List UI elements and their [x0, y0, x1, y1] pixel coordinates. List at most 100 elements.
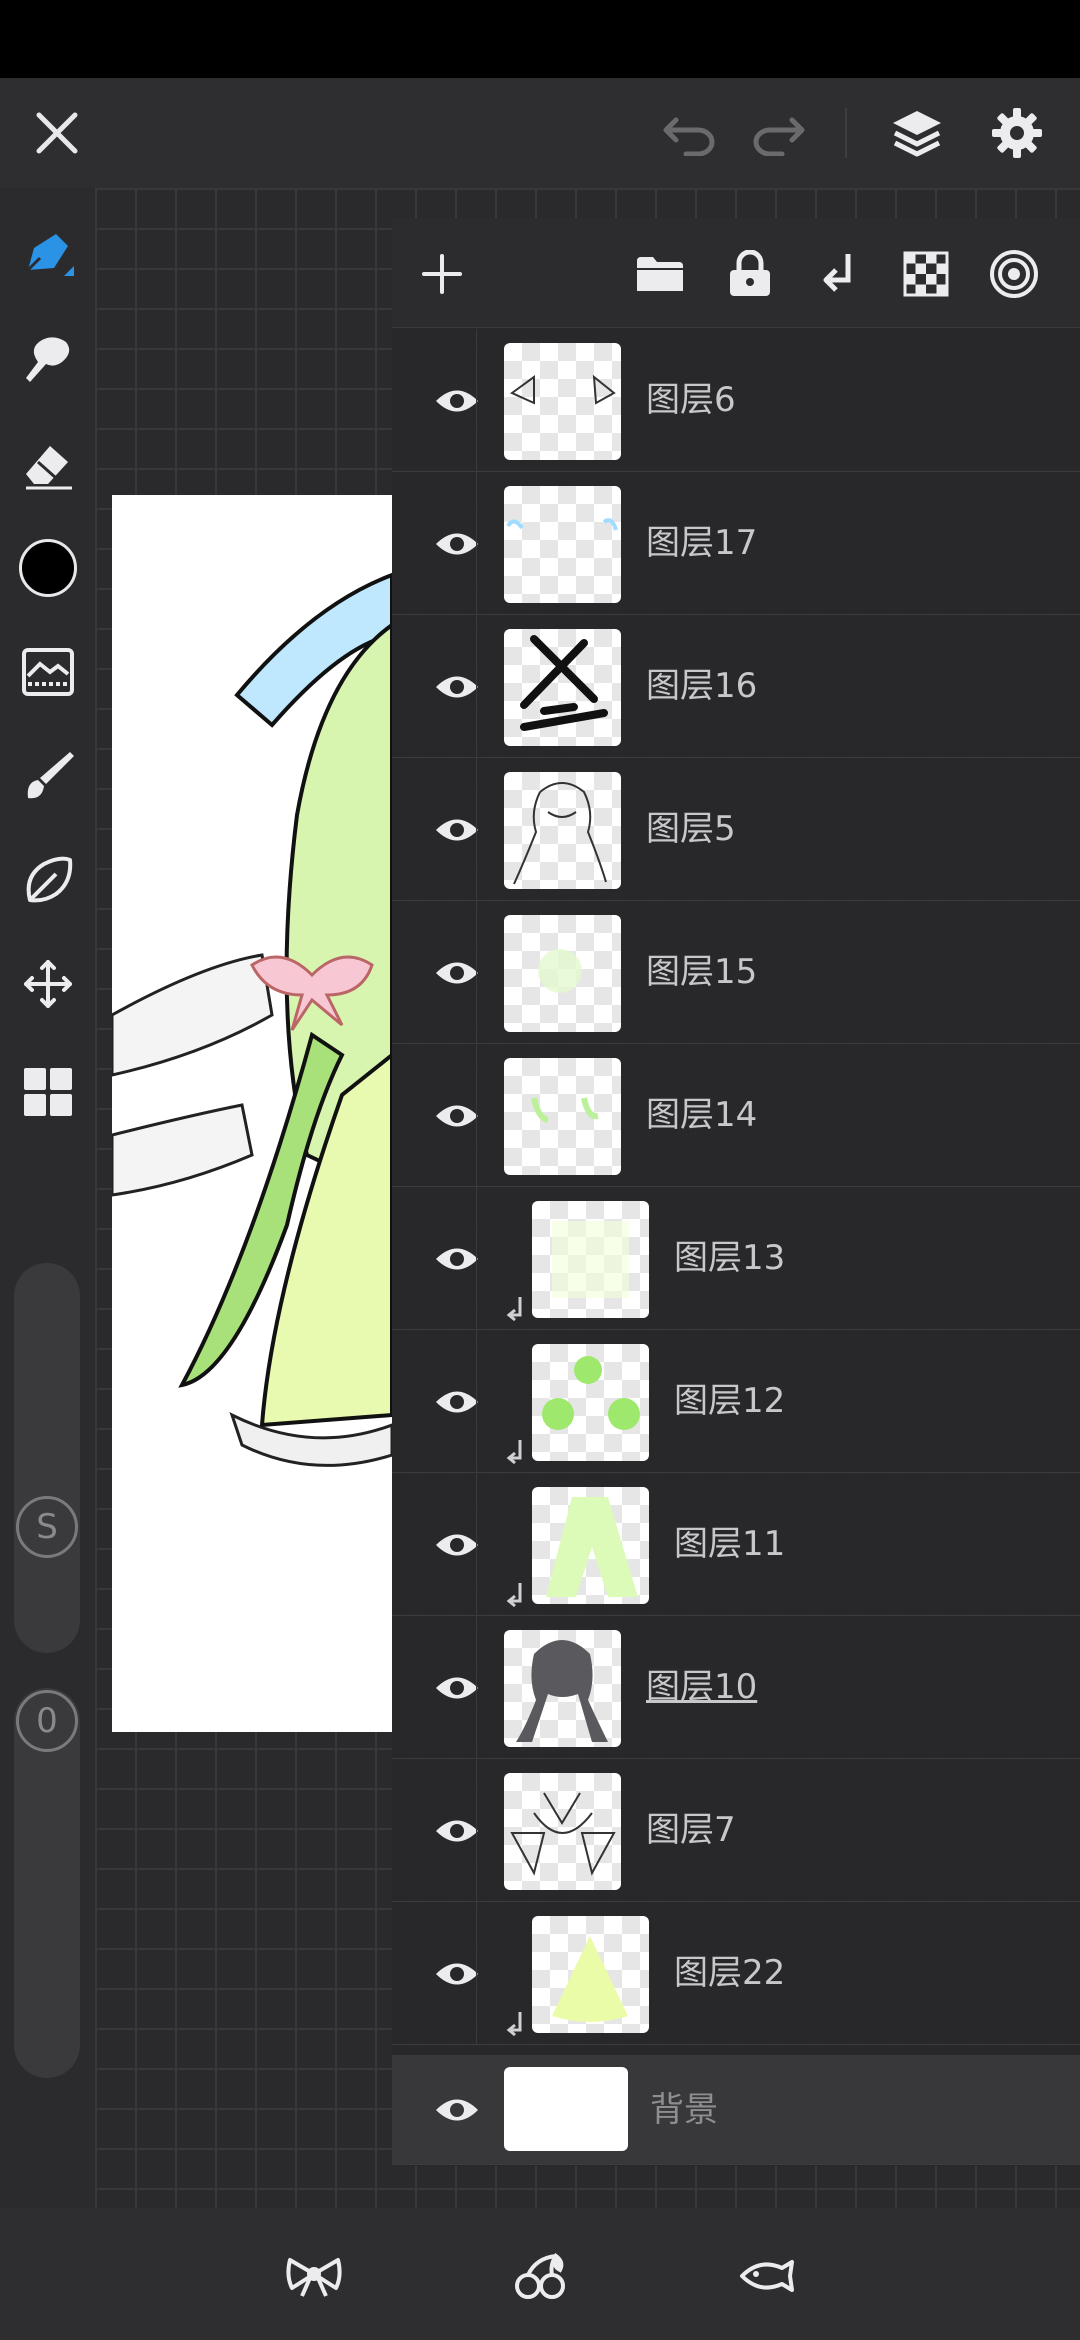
layer-name: 图层16	[646, 666, 758, 706]
layer-row[interactable]: 图层7	[392, 1759, 1080, 1902]
status-bar	[0, 0, 1080, 78]
layer-name: 图层12	[674, 1381, 786, 1421]
layer-thumbnail	[504, 1058, 621, 1175]
close-icon[interactable]	[20, 96, 94, 170]
brush-size-slider[interactable]	[14, 1263, 80, 1653]
layer-divider	[476, 329, 477, 472]
layer-divider	[476, 901, 477, 1044]
layer-row[interactable]: 图层22	[392, 1902, 1080, 2045]
layer-thumbnail	[532, 1487, 649, 1604]
transform-tool-icon[interactable]	[10, 946, 85, 1021]
layer-name: 图层22	[674, 1953, 786, 1993]
layer-thumbnail	[504, 2067, 628, 2151]
bow-icon[interactable]	[282, 2244, 346, 2308]
layer-panel: 图层6 图层17 图层16 图层5 图层15 图层14 图层13 图层12 图层…	[392, 218, 1080, 2166]
top-toolbar	[0, 78, 1080, 188]
clipping-arrow-icon	[504, 1438, 526, 1472]
layer-divider	[476, 1473, 477, 1616]
alpha-lock-icon[interactable]	[896, 244, 956, 304]
layer-thumbnail	[504, 772, 621, 889]
settings-icon[interactable]	[980, 96, 1054, 170]
size-slider-knob[interactable]: S	[16, 1496, 78, 1558]
layer-row[interactable]: 图层13	[392, 1187, 1080, 1330]
blend-mode-icon[interactable]	[984, 244, 1044, 304]
layer-divider	[476, 758, 477, 901]
layer-divider	[476, 615, 477, 758]
visibility-eye-icon[interactable]	[402, 1044, 512, 1187]
layer-row-background[interactable]: 背景	[392, 2055, 1080, 2165]
brush-tool-icon[interactable]	[10, 738, 85, 813]
visibility-eye-icon[interactable]	[402, 758, 512, 901]
layer-name: 背景	[650, 2090, 718, 2130]
layer-name: 图层15	[646, 952, 758, 992]
smudge-tool-icon[interactable]	[10, 322, 85, 397]
layer-thumbnail	[532, 1344, 649, 1461]
pen-tool-icon[interactable]	[10, 218, 85, 293]
layer-panel-header	[392, 218, 1080, 328]
layer-thumbnail	[532, 1201, 649, 1318]
layer-divider	[476, 1902, 477, 2045]
visibility-eye-icon[interactable]	[402, 329, 512, 472]
bottom-bar	[0, 2208, 1080, 2340]
visibility-eye-icon[interactable]	[402, 901, 512, 1044]
layers-icon[interactable]	[880, 96, 954, 170]
layer-row[interactable]: 图层16	[392, 615, 1080, 758]
layer-thumbnail	[504, 1773, 621, 1890]
image-adjust-icon[interactable]	[10, 634, 85, 709]
cherry-icon[interactable]	[508, 2244, 572, 2308]
lock-icon[interactable]	[720, 244, 780, 304]
lasso-tool-icon[interactable]	[10, 842, 85, 917]
layer-thumbnail	[504, 1630, 621, 1747]
redo-icon[interactable]	[743, 98, 813, 168]
layer-name: 图层6	[646, 380, 736, 420]
visibility-eye-icon[interactable]	[402, 2055, 512, 2165]
layer-row[interactable]: 图层11	[392, 1473, 1080, 1616]
layer-name: 图层11	[674, 1524, 786, 1564]
visibility-eye-icon[interactable]	[402, 1759, 512, 1902]
layer-divider	[476, 472, 477, 615]
layer-divider	[476, 1044, 477, 1187]
fish-icon[interactable]	[734, 2244, 798, 2308]
eraser-tool-icon[interactable]	[10, 426, 85, 501]
visibility-eye-icon[interactable]	[402, 615, 512, 758]
layer-divider	[476, 1187, 477, 1330]
more-tools-icon[interactable]	[10, 1054, 85, 1129]
artwork-canvas[interactable]	[112, 495, 392, 1732]
layer-name: 图层13	[674, 1238, 786, 1278]
layer-row[interactable]: 图层5	[392, 758, 1080, 901]
opacity-slider-knob[interactable]: 0	[16, 1690, 78, 1752]
layer-thumbnail	[504, 486, 621, 603]
layer-thumbnail	[532, 1916, 649, 2033]
layer-name: 图层10	[646, 1667, 758, 1707]
clipping-arrow-icon	[504, 1295, 526, 1329]
layer-name: 图层5	[646, 809, 736, 849]
toolbar-divider	[845, 108, 847, 158]
layer-name: 图层17	[646, 523, 758, 563]
layer-name: 图层14	[646, 1095, 758, 1135]
size-label: S	[36, 1507, 58, 1547]
visibility-eye-icon[interactable]	[402, 1473, 512, 1616]
color-swatch-icon[interactable]	[10, 530, 85, 605]
layer-row[interactable]: 图层14	[392, 1044, 1080, 1187]
layer-divider	[476, 1616, 477, 1759]
visibility-eye-icon[interactable]	[402, 1616, 512, 1759]
layer-divider	[476, 1330, 477, 1473]
folder-icon[interactable]	[630, 244, 690, 304]
visibility-eye-icon[interactable]	[402, 472, 512, 615]
visibility-eye-icon[interactable]	[402, 1902, 512, 2045]
layer-thumbnail	[504, 915, 621, 1032]
visibility-eye-icon[interactable]	[402, 1187, 512, 1330]
layer-divider	[476, 1759, 477, 1902]
layer-name: 图层7	[646, 1810, 736, 1850]
add-layer-icon[interactable]	[412, 244, 472, 304]
merge-down-icon[interactable]	[808, 244, 868, 304]
opacity-label: 0	[36, 1701, 58, 1741]
layer-row[interactable]: 图层17	[392, 472, 1080, 615]
undo-icon[interactable]	[655, 98, 725, 168]
layer-row[interactable]: 图层6	[392, 329, 1080, 472]
layer-row[interactable]: 图层12	[392, 1330, 1080, 1473]
layer-row[interactable]: 图层15	[392, 901, 1080, 1044]
clipping-arrow-icon	[504, 1581, 526, 1615]
visibility-eye-icon[interactable]	[402, 1330, 512, 1473]
layer-row-selected[interactable]: 图层10	[392, 1616, 1080, 1759]
